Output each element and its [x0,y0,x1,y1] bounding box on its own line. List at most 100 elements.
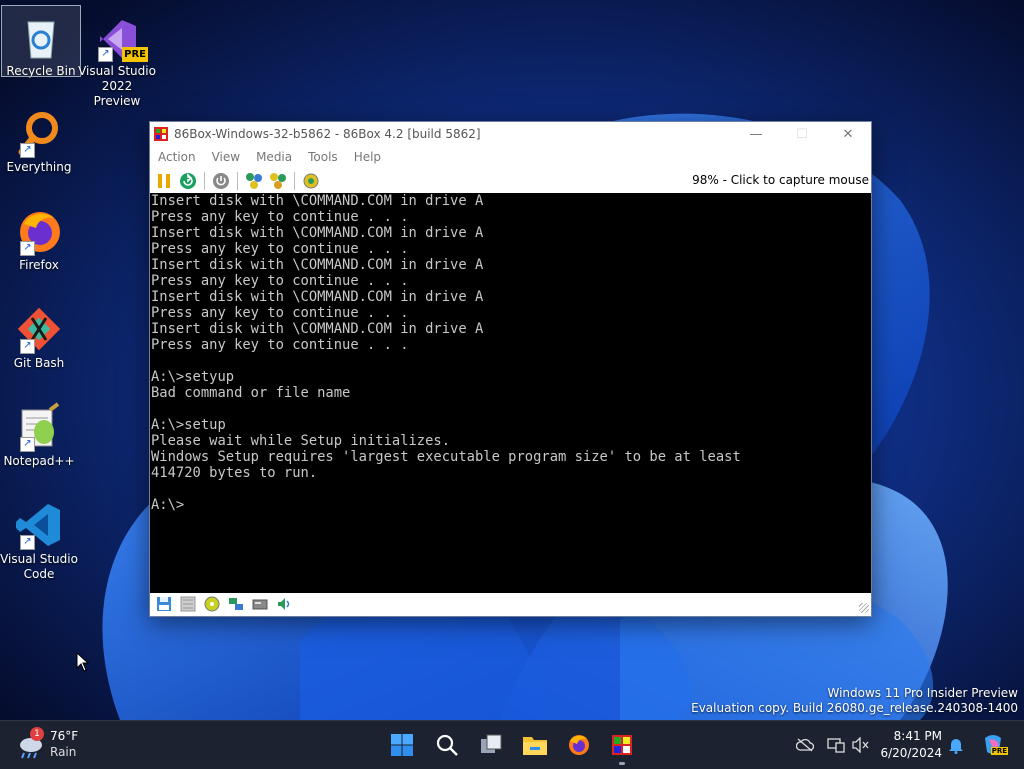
menu-media[interactable]: Media [248,150,300,164]
86box-icon [612,735,632,755]
onedrive-tray-icon[interactable] [795,735,815,755]
desktop-icon-firefox[interactable]: ↗ Firefox [0,200,78,273]
console-line: Please wait while Setup initializes. [151,433,451,449]
system-clock[interactable]: 8:41 PM 6/20/2024 [878,728,942,762]
cdrom-drive-icon[interactable] [179,595,197,613]
folder-icon [523,737,547,755]
close-button[interactable]: ✕ [825,122,871,146]
desktop-icon-label: Everything [6,160,72,174]
ctrl-alt-del-icon [246,172,262,189]
menu-view[interactable]: View [204,150,248,164]
console-line: Press any key to continue . . . [151,305,409,321]
taskbar-firefox[interactable] [563,729,595,761]
title-bar[interactable]: 86Box-Windows-32-b5862 - 86Box 4.2 [buil… [150,122,871,146]
notifications-button[interactable] [946,735,966,755]
desktop-icon-git-bash[interactable]: ↗ Git Bash [0,298,78,371]
console-line: Press any key to continue . . . [151,337,409,353]
desktop-icon-visual-studio-code[interactable]: ↗ Visual Studio Code [0,494,78,582]
network-icon[interactable] [227,595,245,613]
vscode-icon: ↗ [14,500,64,550]
copilot-preview-badge: PRE [990,747,1008,755]
pause-button[interactable] [154,171,174,191]
firefox-icon [569,735,589,755]
weather-alert-badge: 1 [30,727,44,741]
clock-date: 6/20/2024 [880,746,942,760]
ctrl-alt-del-button[interactable] [244,171,264,191]
power-button[interactable] [211,171,231,191]
minimize-button[interactable]: — [733,122,779,146]
emulated-screen[interactable]: Insert disk with \COMMAND.COM in drive A… [150,193,871,593]
git-bash-icon: ↗ [14,304,64,354]
watermark-edition: Windows 11 Pro Insider Preview [827,686,1018,700]
toolbar-separator [294,171,295,190]
menu-tools[interactable]: Tools [300,150,346,164]
resize-grip[interactable] [859,603,869,613]
ctrl-alt-esc-button[interactable] [268,171,288,191]
vm-window[interactable]: 86Box-Windows-32-b5862 - 86Box 4.2 [buil… [149,121,872,617]
reset-icon [180,172,196,189]
maximize-button[interactable]: ☐ [779,122,825,146]
close-icon: ✕ [842,126,854,142]
capture-mouse-status[interactable]: 98% - Click to capture mouse [692,173,869,187]
notepad-plus-plus-icon: ↗ [14,402,64,452]
bell-icon [949,739,963,754]
weather-temperature: 76°F [50,729,79,743]
shortcut-arrow-icon: ↗ [20,535,35,550]
toolbar-separator [237,171,238,190]
visual-studio-preview-icon: PRE ↗ [92,12,148,62]
console-line: Insert disk with \COMMAND.COM in drive A [151,225,484,241]
desktop-icon-label: Recycle Bin [6,64,76,78]
weather-widget[interactable]: 1 76°F Rain [14,727,124,763]
desktop-icon-notepad-plus-plus[interactable]: ↗ Notepad++ [0,396,78,469]
power-icon [213,172,229,189]
console-line: Insert disk with \COMMAND.COM in drive A [151,193,484,209]
floppy-drive-icon[interactable] [155,595,173,613]
everything-search-icon: ↗ [14,108,64,158]
optical-disc-icon[interactable] [203,595,221,613]
volume-muted-tray-icon[interactable] [851,735,871,755]
shortcut-arrow-icon: ↗ [20,339,35,354]
console-line: A:\>setup [151,417,226,433]
search-icon [436,734,458,756]
task-view-button[interactable] [475,729,507,761]
reset-button[interactable] [178,171,198,191]
preview-badge: PRE [122,47,148,62]
desktop-icon-recycle-bin[interactable]: Recycle Bin [1,5,81,78]
shortcut-arrow-icon: ↗ [20,241,35,256]
console-line: A:\> [151,497,185,513]
menu-help[interactable]: Help [346,150,389,164]
desktop-icon-label: Notepad++ [3,454,75,468]
desktop-icon-visual-studio-2022-preview[interactable]: PRE ↗ Visual Studio 2022 Preview [78,6,156,109]
search-button[interactable] [431,729,463,761]
start-button[interactable] [386,729,418,761]
settings-button[interactable] [301,171,321,191]
desktop-icon-label: Visual Studio 2022 Preview [78,64,156,108]
recycle-bin-icon [16,12,66,62]
firefox-icon: ↗ [14,206,64,256]
sound-icon[interactable] [275,595,293,613]
toolbar: 98% - Click to capture mouse [150,168,871,193]
console-line: Press any key to continue . . . [151,241,409,257]
settings-icon [303,173,319,188]
taskbar-86box[interactable] [606,729,638,765]
shortcut-arrow-icon: ↗ [20,437,35,452]
taskbar: 1 76°F Rain 8:41 PM 6/20/2024 PRE [0,720,1024,769]
console-line: Press any key to continue . . . [151,209,409,225]
console-line: Insert disk with \COMMAND.COM in drive A [151,321,484,337]
shortcut-arrow-icon: ↗ [98,47,113,62]
hard-disk-icon[interactable] [251,595,269,613]
console-line: Windows Setup requires 'largest executab… [151,449,741,465]
console-line: Bad command or file name [151,385,351,401]
network-tray-icon[interactable] [826,735,846,755]
mouse-cursor-icon [76,652,90,672]
task-view-icon [481,734,502,753]
desktop-icon-everything[interactable]: ↗ Everything [0,102,78,175]
desktop-icon-label: Visual Studio Code [0,552,78,581]
windows-watermark: Windows 11 Pro Insider Preview Evaluatio… [691,686,1018,716]
taskbar-file-explorer[interactable] [519,729,551,761]
status-bar [150,593,871,615]
copilot-button[interactable]: PRE [980,735,1008,755]
menu-action[interactable]: Action [150,150,204,164]
weather-condition: Rain [50,745,77,759]
